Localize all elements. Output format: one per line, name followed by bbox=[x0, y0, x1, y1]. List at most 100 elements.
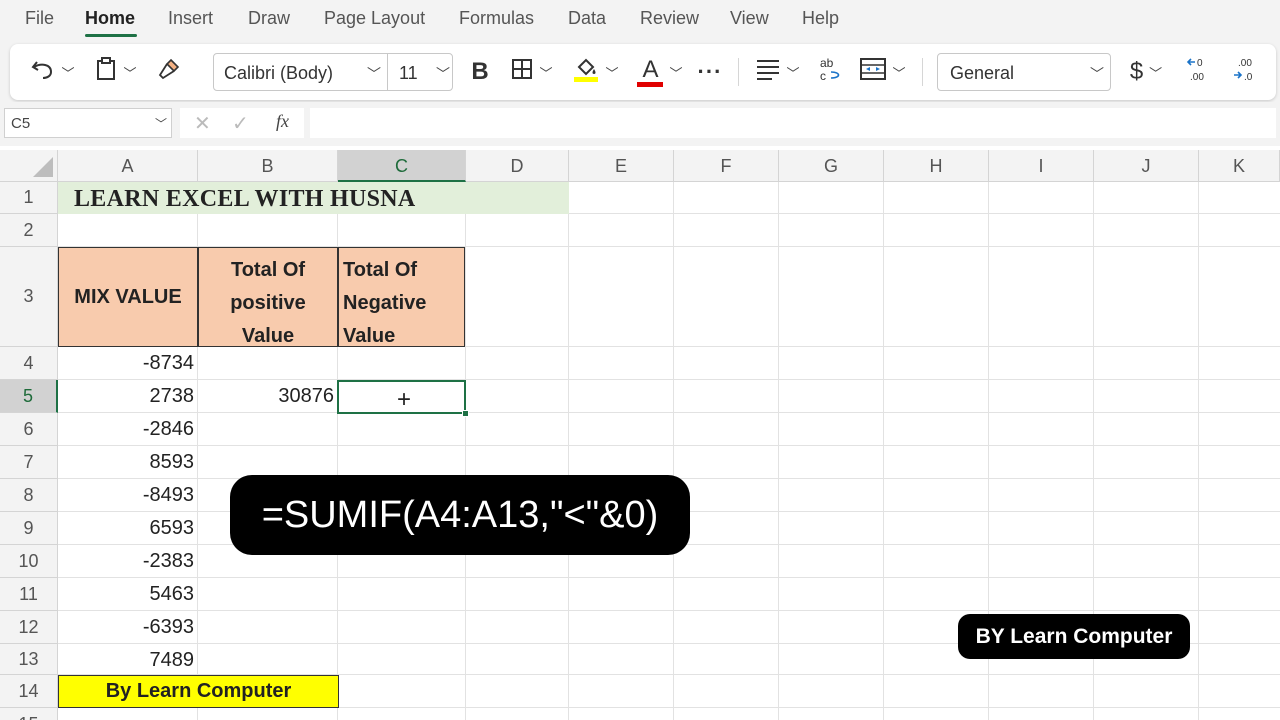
number-format-select[interactable]: General ﹀ bbox=[937, 53, 1111, 91]
row-header-4[interactable]: 4 bbox=[0, 347, 58, 380]
row-header-15[interactable]: 15 bbox=[0, 708, 58, 720]
chevron-down-icon[interactable]: ﹀ bbox=[1090, 64, 1104, 84]
active-tab-indicator bbox=[85, 34, 137, 37]
row-header-11[interactable]: 11 bbox=[0, 578, 58, 611]
tab-home[interactable]: Home bbox=[85, 8, 135, 29]
font-color-button[interactable]: A ﹀ bbox=[634, 44, 686, 100]
header-total-negative[interactable]: Total Of Negative Value bbox=[338, 247, 465, 347]
chevron-down-icon[interactable]: ﹀ bbox=[367, 64, 381, 84]
decrease-decimal-button[interactable]: .00.0 bbox=[1228, 44, 1262, 100]
svg-text:.00: .00 bbox=[1190, 72, 1204, 83]
currency-button[interactable]: $ ﹀ bbox=[1122, 44, 1170, 100]
mix-value-cell[interactable]: -2846 bbox=[58, 413, 194, 446]
merge-icon bbox=[860, 57, 887, 87]
mix-value-cell[interactable]: 5463 bbox=[58, 578, 195, 611]
tab-data[interactable]: Data bbox=[568, 8, 606, 29]
chevron-down-icon: ﹀ bbox=[892, 65, 906, 81]
mix-value-cell[interactable]: 7489 bbox=[58, 644, 195, 677]
tab-page-layout[interactable]: Page Layout bbox=[324, 8, 425, 29]
bold-button[interactable]: B bbox=[465, 44, 495, 100]
row-header-1[interactable]: 1 bbox=[0, 182, 58, 214]
formula-input[interactable] bbox=[310, 108, 1276, 138]
formula-overlay: =SUMIF(A4:A13,"<"&0) bbox=[230, 475, 690, 555]
row-header-3[interactable]: 3 bbox=[0, 247, 58, 347]
tab-view[interactable]: View bbox=[730, 8, 769, 29]
mix-value-cell[interactable]: 6593 bbox=[58, 512, 195, 545]
svg-text:c: c bbox=[820, 69, 826, 82]
header-line: positive bbox=[230, 292, 306, 314]
name-box[interactable]: C5 ﹀ bbox=[4, 108, 172, 138]
chevron-down-icon: ﹀ bbox=[786, 65, 800, 81]
tab-formulas[interactable]: Formulas bbox=[459, 8, 534, 29]
chevron-down-icon: ﹀ bbox=[1149, 65, 1163, 81]
insert-function-button[interactable]: fx bbox=[276, 111, 289, 132]
column-header-f[interactable]: F bbox=[674, 150, 779, 182]
divider bbox=[387, 54, 388, 90]
cancel-icon[interactable]: ✕ bbox=[194, 108, 211, 138]
column-header-g[interactable]: G bbox=[779, 150, 884, 182]
row-header-14[interactable]: 14 bbox=[0, 675, 58, 708]
column-header-k[interactable]: K bbox=[1199, 150, 1280, 182]
borders-button[interactable]: ﹀ bbox=[506, 44, 558, 100]
fill-color-button[interactable]: ﹀ bbox=[570, 44, 622, 100]
row-header-8[interactable]: 8 bbox=[0, 479, 58, 512]
mix-value-cell[interactable]: -8493 bbox=[58, 479, 194, 512]
chevron-down-icon[interactable]: ﹀ bbox=[155, 115, 167, 132]
more-icon[interactable]: ··· bbox=[694, 44, 726, 100]
font-size: 11 bbox=[399, 63, 418, 83]
mix-value-cell[interactable]: 2738 bbox=[58, 380, 195, 413]
mix-value-cell[interactable]: -2383 bbox=[58, 545, 194, 578]
row-header-6[interactable]: 6 bbox=[0, 413, 58, 446]
paste-button[interactable]: ﹀ bbox=[90, 44, 142, 100]
enter-icon[interactable]: ✓ bbox=[232, 108, 249, 138]
mix-value-cell[interactable]: 8593 bbox=[58, 446, 195, 479]
header-line: Negative bbox=[343, 292, 427, 314]
tab-insert[interactable]: Insert bbox=[168, 8, 213, 29]
row-header-7[interactable]: 7 bbox=[0, 446, 58, 479]
column-header-j[interactable]: J bbox=[1094, 150, 1199, 182]
column-header-c[interactable]: C bbox=[338, 150, 466, 182]
header-line: Value bbox=[241, 325, 295, 347]
column-header-i[interactable]: I bbox=[989, 150, 1094, 182]
font-color-letter: A bbox=[642, 56, 659, 83]
fill-handle[interactable] bbox=[462, 410, 469, 417]
undo-button[interactable]: ﹀ bbox=[28, 44, 78, 100]
increase-decimal-button[interactable]: 0.00 bbox=[1182, 44, 1216, 100]
format-painter-button[interactable] bbox=[152, 44, 186, 100]
header-total-positive[interactable]: Total Of positive Value bbox=[198, 247, 338, 347]
column-header-b[interactable]: B bbox=[198, 150, 338, 182]
positive-total-cell[interactable]: 30876 bbox=[198, 380, 334, 413]
mix-value-cell[interactable]: -6393 bbox=[58, 611, 194, 644]
tab-file[interactable]: File bbox=[25, 8, 54, 29]
row-header-2[interactable]: 2 bbox=[0, 214, 58, 247]
number-format-value: General bbox=[950, 63, 1015, 83]
undo-icon bbox=[31, 58, 55, 86]
row-header-10[interactable]: 10 bbox=[0, 545, 58, 578]
row-header-13[interactable]: 13 bbox=[0, 644, 58, 675]
mix-value-cell[interactable]: -8734 bbox=[58, 347, 194, 380]
header-mix-value[interactable]: MIX VALUE bbox=[58, 247, 198, 347]
chevron-down-icon[interactable]: ﹀ bbox=[436, 64, 450, 84]
row-header-9[interactable]: 9 bbox=[0, 512, 58, 545]
font-selector[interactable]: Calibri (Body) ﹀ 11 ﹀ bbox=[213, 53, 453, 91]
select-all-icon bbox=[33, 157, 53, 177]
tab-review[interactable]: Review bbox=[640, 8, 699, 29]
column-header-e[interactable]: E bbox=[569, 150, 674, 182]
column-header-h[interactable]: H bbox=[884, 150, 989, 182]
chevron-down-icon: ﹀ bbox=[605, 65, 619, 81]
wrap-text-button[interactable]: ab c bbox=[816, 44, 846, 100]
gridline-vertical bbox=[1198, 182, 1199, 720]
row-header-5[interactable]: 5 bbox=[0, 380, 58, 413]
tab-draw[interactable]: Draw bbox=[248, 8, 290, 29]
column-header-d[interactable]: D bbox=[466, 150, 569, 182]
title-cell[interactable]: LEARN EXCEL WITH HUSNA bbox=[58, 182, 569, 214]
select-all-button[interactable] bbox=[0, 150, 58, 182]
chevron-down-icon: ﹀ bbox=[669, 65, 683, 81]
footer-cell[interactable]: By Learn Computer bbox=[58, 675, 339, 708]
formula-controls: ✕ ✓ fx bbox=[180, 108, 304, 138]
align-button[interactable]: ﹀ bbox=[752, 44, 804, 100]
tab-help[interactable]: Help bbox=[802, 8, 839, 29]
merge-button[interactable]: ﹀ bbox=[856, 44, 910, 100]
row-header-12[interactable]: 12 bbox=[0, 611, 58, 644]
column-header-a[interactable]: A bbox=[58, 150, 198, 182]
